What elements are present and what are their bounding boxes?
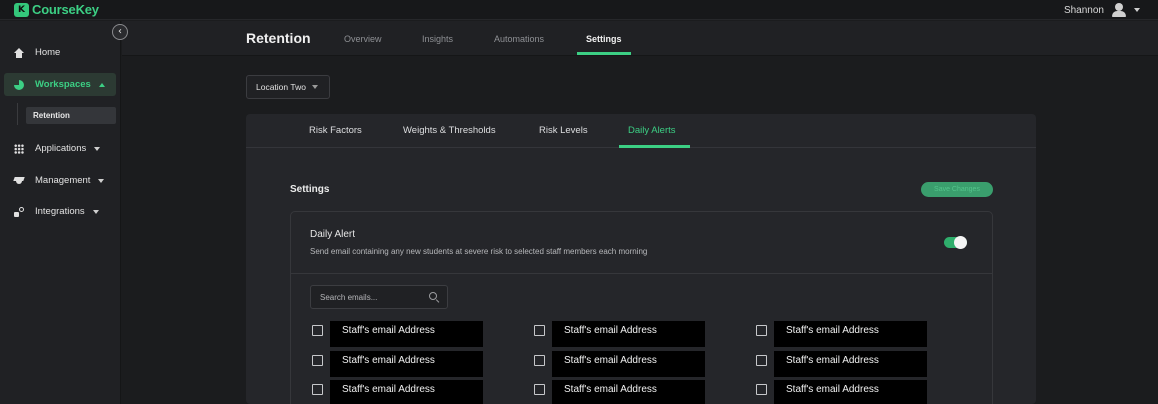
tree-line (17, 103, 18, 125)
collapse-sidebar-button[interactable]: ‹ (112, 24, 128, 40)
email-address: Staff's email Address (552, 321, 705, 347)
email-checkbox[interactable] (756, 355, 767, 366)
settings-card: Risk Factors Weights & Thresholds Risk L… (246, 114, 1036, 404)
logo-mark-icon: K (14, 2, 29, 17)
integrations-icon (14, 206, 24, 217)
sidebar-item-applications[interactable]: Applications (4, 137, 116, 160)
email-checkbox[interactable] (756, 384, 767, 395)
sidebar-item-label: Workspaces (35, 79, 91, 90)
email-address: Staff's email Address (330, 351, 483, 377)
active-subtab-indicator (619, 145, 690, 148)
email-search (310, 285, 448, 309)
page-title: Retention (246, 30, 311, 46)
user-name: Shannon (1063, 4, 1104, 16)
sidebar-item-home[interactable]: Home (4, 41, 116, 64)
sidebar-subitem-retention[interactable]: Retention (26, 107, 116, 124)
pie-chart-icon (14, 79, 24, 90)
tab-automations[interactable]: Automations (494, 34, 544, 44)
chevron-down-icon (92, 209, 99, 214)
chevron-down-icon (1134, 8, 1140, 12)
chevron-down-icon (94, 146, 101, 151)
email-address: Staff's email Address (330, 380, 483, 404)
daily-alert-title: Daily Alert (310, 229, 356, 240)
email-checkbox[interactable] (312, 384, 323, 395)
email-address: Staff's email Address (774, 380, 927, 404)
email-checkbox[interactable] (534, 384, 545, 395)
home-icon (14, 47, 24, 58)
email-checkbox[interactable] (534, 325, 545, 336)
sidebar-item-integrations[interactable]: Integrations (4, 200, 116, 223)
search-icon[interactable] (429, 292, 440, 304)
tab-settings[interactable]: Settings (586, 34, 622, 44)
top-bar: K CourseKey Shannon (0, 0, 1158, 20)
section-title: Settings (290, 184, 330, 195)
chevron-up-icon (98, 82, 105, 87)
logo-text: CourseKey (32, 2, 99, 17)
subtab-risk-levels[interactable]: Risk Levels (539, 125, 588, 136)
chevron-down-icon (311, 85, 318, 89)
email-address: Staff's email Address (774, 351, 927, 377)
daily-alert-row: Daily Alert Send email containing any ne… (291, 212, 992, 274)
sidebar: Home Workspaces Retention Applications M… (0, 21, 121, 404)
email-address: Staff's email Address (552, 380, 705, 404)
email-checkbox[interactable] (312, 325, 323, 336)
email-checkbox[interactable] (312, 355, 323, 366)
sidebar-item-label: Home (35, 47, 61, 58)
sidebar-item-management[interactable]: Management (4, 169, 116, 192)
location-select[interactable]: Location Two (246, 75, 330, 99)
subtab-risk-factors[interactable]: Risk Factors (309, 125, 362, 136)
page-header: Retention Overview Insights Automations … (122, 21, 1158, 56)
user-avatar-icon (1112, 3, 1126, 17)
email-checkbox[interactable] (756, 325, 767, 336)
location-select-value: Location Two (256, 82, 306, 92)
email-address: Staff's email Address (774, 321, 927, 347)
graduation-cap-icon (13, 176, 25, 186)
subtab-daily-alerts[interactable]: Daily Alerts (628, 125, 676, 136)
active-tab-indicator (577, 52, 631, 55)
subtab-bar: Risk Factors Weights & Thresholds Risk L… (246, 114, 1036, 148)
daily-alert-description: Send email containing any new students a… (310, 247, 648, 256)
sidebar-item-label: Integrations (35, 206, 85, 217)
search-input[interactable] (311, 286, 421, 308)
sidebar-item-label: Applications (35, 143, 87, 154)
grid-icon (14, 143, 24, 154)
daily-alert-toggle[interactable] (944, 236, 967, 249)
subtab-weights-thresholds[interactable]: Weights & Thresholds (403, 125, 496, 136)
email-address: Staff's email Address (552, 351, 705, 377)
tab-insights[interactable]: Insights (422, 34, 453, 44)
sidebar-item-workspaces[interactable]: Workspaces (4, 73, 116, 96)
logo[interactable]: K CourseKey (14, 2, 99, 17)
chevron-down-icon (98, 178, 105, 183)
email-address: Staff's email Address (330, 321, 483, 347)
save-changes-button[interactable]: Save Changes (921, 182, 993, 197)
sidebar-item-label: Management (35, 175, 91, 186)
daily-alert-panel: Daily Alert Send email containing any ne… (290, 211, 993, 404)
user-menu[interactable]: Shannon (1064, 3, 1140, 17)
toggle-knob (954, 236, 967, 249)
email-checkbox[interactable] (534, 355, 545, 366)
tab-overview[interactable]: Overview (344, 34, 382, 44)
